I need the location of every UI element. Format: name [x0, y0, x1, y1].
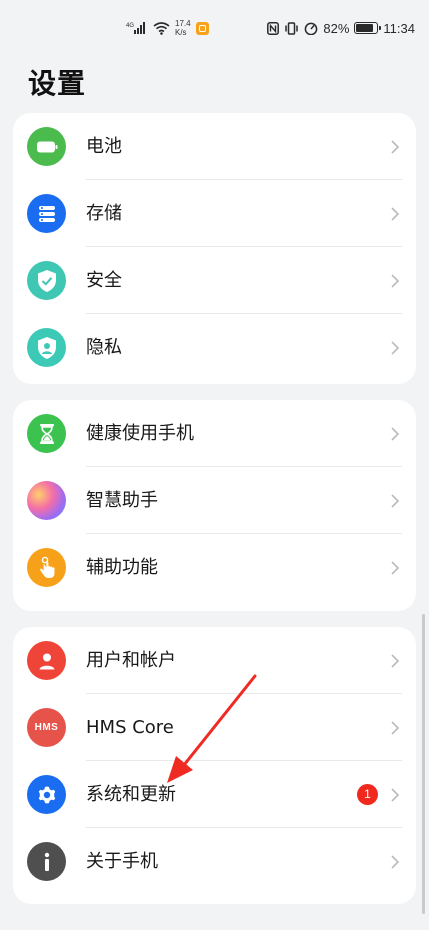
battery-percent: 82% [323, 20, 350, 36]
wifi-icon [153, 22, 170, 35]
settings-group-1: 电池 存储 安全 隐私 [13, 113, 416, 384]
hms-icon-text: HMS [34, 722, 59, 733]
chevron-right-icon [391, 561, 400, 575]
settings-item-users-accounts[interactable]: 用户和帐户 [13, 627, 416, 694]
settings-item-accessibility[interactable]: 辅助功能 [13, 534, 416, 601]
status-bar: 4G 17.4 K/s 82% 11:34 [0, 0, 429, 56]
settings-item-privacy[interactable]: 隐私 [13, 314, 416, 381]
status-left: 4G 17.4 K/s [126, 17, 209, 39]
settings-group-2: 健康使用手机 智慧助手 辅助功能 [13, 400, 416, 611]
chevron-right-icon [391, 274, 400, 288]
notification-app-icon [195, 21, 209, 35]
speed-value: 17.4 [175, 19, 191, 28]
chevron-right-icon [391, 494, 400, 508]
settings-item-label: 隐私 [86, 337, 122, 358]
settings-item-label: 存储 [86, 203, 122, 224]
settings-item-label: 智慧助手 [86, 490, 158, 511]
shield-icon [27, 261, 66, 300]
settings-item-label: 系统和更新 [86, 784, 176, 805]
network-speed: 17.4 K/s [175, 19, 191, 37]
user-icon [27, 641, 66, 680]
chevron-right-icon [391, 427, 400, 441]
chevron-right-icon [391, 855, 400, 869]
chevron-right-icon [391, 140, 400, 154]
speedometer-icon [305, 22, 318, 35]
settings-item-hms-core[interactable]: HMS HMS Core [13, 694, 416, 761]
settings-item-label: 关于手机 [86, 851, 158, 872]
nfc-icon [267, 21, 280, 35]
settings-item-battery[interactable]: 电池 [13, 113, 416, 180]
privacy-icon [27, 328, 66, 367]
settings-item-label: 安全 [86, 270, 122, 291]
settings-group-3: 用户和帐户 HMS HMS Core 系统和更新 1 关于手机 [13, 627, 416, 904]
storage-icon [27, 194, 66, 233]
chevron-right-icon [391, 207, 400, 221]
battery-icon [27, 127, 66, 166]
page-title: 设置 [28, 67, 87, 100]
svg-text:4G: 4G [126, 23, 134, 29]
update-count-badge: 1 [357, 784, 378, 805]
settings-item-label: 电池 [86, 136, 122, 157]
scrollbar[interactable] [422, 614, 425, 914]
settings-item-label: HMS Core [86, 717, 174, 738]
settings-item-label: 辅助功能 [86, 557, 158, 578]
speed-unit: K/s [175, 28, 187, 37]
chevron-right-icon [391, 788, 400, 802]
settings-item-smart-assistant[interactable]: 智慧助手 [13, 467, 416, 534]
settings-item-label: 健康使用手机 [86, 423, 194, 444]
settings-item-label: 用户和帐户 [86, 650, 176, 671]
settings-item-system-updates[interactable]: 系统和更新 1 [13, 761, 416, 828]
info-icon [27, 842, 66, 881]
battery-icon [354, 22, 382, 34]
clock: 11:34 [383, 20, 415, 36]
cellular-signal-icon: 4G [126, 22, 145, 34]
chevron-right-icon [391, 721, 400, 735]
settings-item-storage[interactable]: 存储 [13, 180, 416, 247]
hourglass-icon [27, 414, 66, 453]
battery-fill [356, 24, 373, 32]
vibrate-icon [285, 21, 299, 35]
hms-icon: HMS [27, 708, 66, 747]
status-right: 82% 11:34 [267, 17, 415, 39]
assistant-icon [27, 481, 66, 520]
gear-icon [27, 775, 66, 814]
chevron-right-icon [391, 341, 400, 355]
settings-item-digital-balance[interactable]: 健康使用手机 [13, 400, 416, 467]
settings-item-about-phone[interactable]: 关于手机 [13, 828, 416, 895]
settings-item-security[interactable]: 安全 [13, 247, 416, 314]
hand-icon [27, 548, 66, 587]
chevron-right-icon [391, 654, 400, 668]
